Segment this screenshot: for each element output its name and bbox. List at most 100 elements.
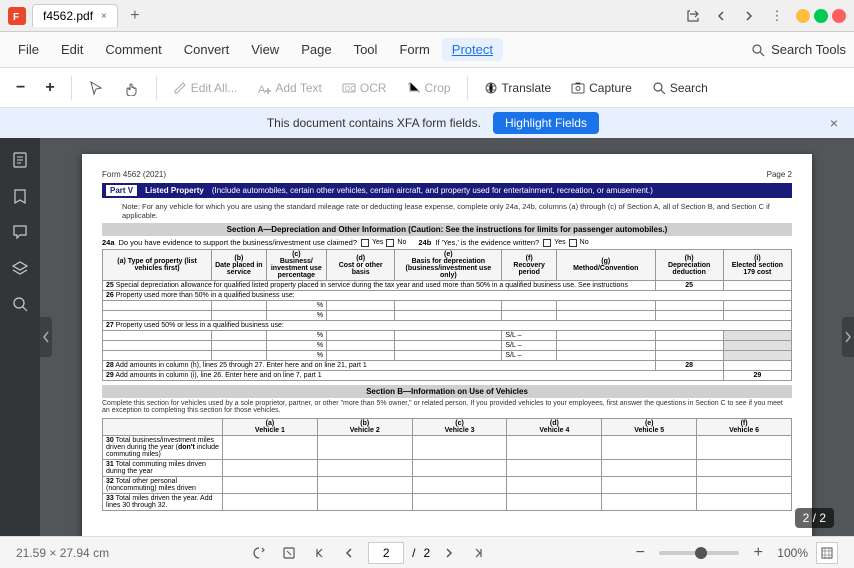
vehicles-table: (a)Vehicle 1 (b)Vehicle 2 (c)Vehicle 3 (… [102, 418, 792, 511]
menu-form[interactable]: Form [389, 38, 439, 61]
back-icon[interactable] [710, 5, 732, 27]
edit-all-label: Edit All... [191, 81, 238, 95]
zoom-out-button[interactable]: − [8, 75, 33, 101]
crop-label: Crop [425, 81, 451, 95]
search-button[interactable]: Search [644, 77, 716, 99]
more-options-icon[interactable]: ⋮ [766, 5, 788, 27]
sidebar-search-icon[interactable] [6, 290, 34, 318]
fit-page-button[interactable] [816, 542, 838, 564]
maximize-button[interactable] [814, 9, 828, 23]
minimize-button[interactable] [796, 9, 810, 23]
pdf-section-b-header: Section B—Information on Use of Vehicles [102, 385, 792, 398]
fit-page-icon [821, 547, 833, 559]
last-page-icon [472, 546, 486, 560]
vehicle-4-header: (d)Vehicle 4 [507, 419, 602, 436]
tab-close-btn[interactable]: × [101, 11, 107, 22]
select-btn[interactable] [80, 76, 112, 100]
zoom-in-button[interactable]: + [37, 75, 62, 101]
pdf-note: Note: For any vehicle for which you are … [122, 202, 792, 220]
table-row-26-header: 26 Property used more than 50% in a qual… [103, 291, 792, 301]
toolbar: − + Edit All... A Add Text OCR OCR [0, 68, 854, 108]
file-tab[interactable]: f4562.pdf × [32, 4, 118, 27]
page-badge: 2 / 2 [795, 508, 834, 528]
collapse-left-panel[interactable] [40, 317, 52, 357]
add-text-button[interactable]: A Add Text [249, 77, 329, 99]
fit-icon [282, 546, 296, 560]
zoom-in-status-button[interactable]: + [747, 542, 769, 564]
menu-tool[interactable]: Tool [344, 38, 388, 61]
pdf-page-label: Page 2 [767, 170, 792, 179]
vehicle-5-header: (e)Vehicle 5 [602, 419, 697, 436]
sidebar-comment-icon[interactable] [6, 218, 34, 246]
forward-icon[interactable] [738, 5, 760, 27]
vehicle-3-header: (c)Vehicle 3 [412, 419, 507, 436]
hand-btn[interactable] [116, 76, 148, 100]
highlight-fields-button[interactable]: Highlight Fields [493, 112, 599, 134]
collapse-right-panel[interactable] [842, 317, 854, 357]
close-button[interactable] [832, 9, 846, 23]
status-navigation: / 2 [248, 542, 490, 564]
edit-all-button[interactable]: Edit All... [165, 77, 246, 99]
row-24a-label: 24a [102, 238, 115, 247]
table-row-27c: % S/L – [103, 351, 792, 361]
page-total: 2 [424, 546, 431, 560]
nav-last-button[interactable] [468, 542, 490, 564]
rotate-icon [252, 546, 266, 560]
pdf-form-label: Form 4562 (2021) [102, 170, 166, 179]
zoom-slider[interactable] [659, 551, 739, 555]
col-e-header: (e)Basis for depreciation(business/inves… [395, 250, 502, 281]
col-b-header: (b)Date placed inservice [212, 250, 267, 281]
table-row-25: 25 Special depreciation allowance for qu… [103, 281, 792, 291]
no-label: No [397, 239, 406, 246]
depreciation-table: (a) Type of property (list vehicles firs… [102, 249, 792, 381]
checkbox-24a-no[interactable] [386, 239, 394, 247]
menu-edit[interactable]: Edit [51, 38, 93, 61]
table-row-27-header: 27 Property used 50% or less in a qualif… [103, 321, 792, 331]
share-icon[interactable] [682, 5, 704, 27]
row-25-text: 25 Special depreciation allowance for qu… [103, 281, 656, 291]
nav-first-button[interactable] [308, 542, 330, 564]
nav-fit-button[interactable] [278, 542, 300, 564]
checkbox-24b-no[interactable] [569, 239, 577, 247]
vehicle-1-header: (a)Vehicle 1 [223, 419, 318, 436]
col-f-header: (f)Recovery period [502, 250, 557, 281]
pdf-page: Form 4562 (2021) Page 2 Part V Listed Pr… [82, 154, 812, 536]
crop-button[interactable]: Crop [399, 77, 459, 99]
checkbox-24b-yes[interactable] [543, 239, 551, 247]
menu-convert[interactable]: Convert [174, 38, 240, 61]
pdf-part-label: Part V [106, 185, 137, 196]
page-number-input[interactable] [368, 542, 404, 564]
nav-prev-button[interactable] [338, 542, 360, 564]
capture-button[interactable]: Capture [563, 77, 640, 99]
pdf-form-header: Form 4562 (2021) Page 2 [102, 170, 792, 179]
ocr-button[interactable]: OCR OCR [334, 77, 395, 99]
row-24a-yes-no: Yes No [361, 239, 406, 247]
vehicle-row-32: 32 Total other personal (noncommuting) m… [103, 477, 792, 494]
table-row-27a: % S/L – [103, 331, 792, 341]
menu-protect[interactable]: Protect [442, 38, 503, 61]
zoom-out-status-button[interactable]: − [629, 542, 651, 564]
doc-viewer: Form 4562 (2021) Page 2 Part V Listed Pr… [40, 138, 854, 536]
menu-file[interactable]: File [8, 38, 49, 61]
capture-label: Capture [589, 81, 632, 95]
nav-next-button[interactable] [438, 542, 460, 564]
status-dimensions: 21.59 × 27.94 cm [16, 546, 109, 560]
sidebar-pages-icon[interactable] [6, 146, 34, 174]
notification-close-button[interactable]: × [830, 115, 838, 131]
checkbox-24a-yes[interactable] [361, 239, 369, 247]
new-tab-button[interactable]: + [124, 5, 146, 27]
menu-comment[interactable]: Comment [95, 38, 171, 61]
table-row-28: 28 Add amounts in column (h), lines 25 t… [103, 361, 792, 371]
nav-rotate-button[interactable] [248, 542, 270, 564]
vehicle-row-31: 31 Total commuting miles driven during t… [103, 460, 792, 477]
sidebar-layers-icon[interactable] [6, 254, 34, 282]
status-zoom: − + 100% [629, 542, 838, 564]
sidebar-bookmark-icon[interactable] [6, 182, 34, 210]
left-sidebar [0, 138, 40, 536]
svg-text:A: A [258, 84, 266, 95]
pdf-part-title: Listed Property [145, 186, 204, 195]
translate-button[interactable]: Translate [476, 77, 560, 99]
menu-page[interactable]: Page [291, 38, 341, 61]
vehicle-row-33: 33 Total miles driven the year. Add line… [103, 494, 792, 511]
menu-view[interactable]: View [241, 38, 289, 61]
